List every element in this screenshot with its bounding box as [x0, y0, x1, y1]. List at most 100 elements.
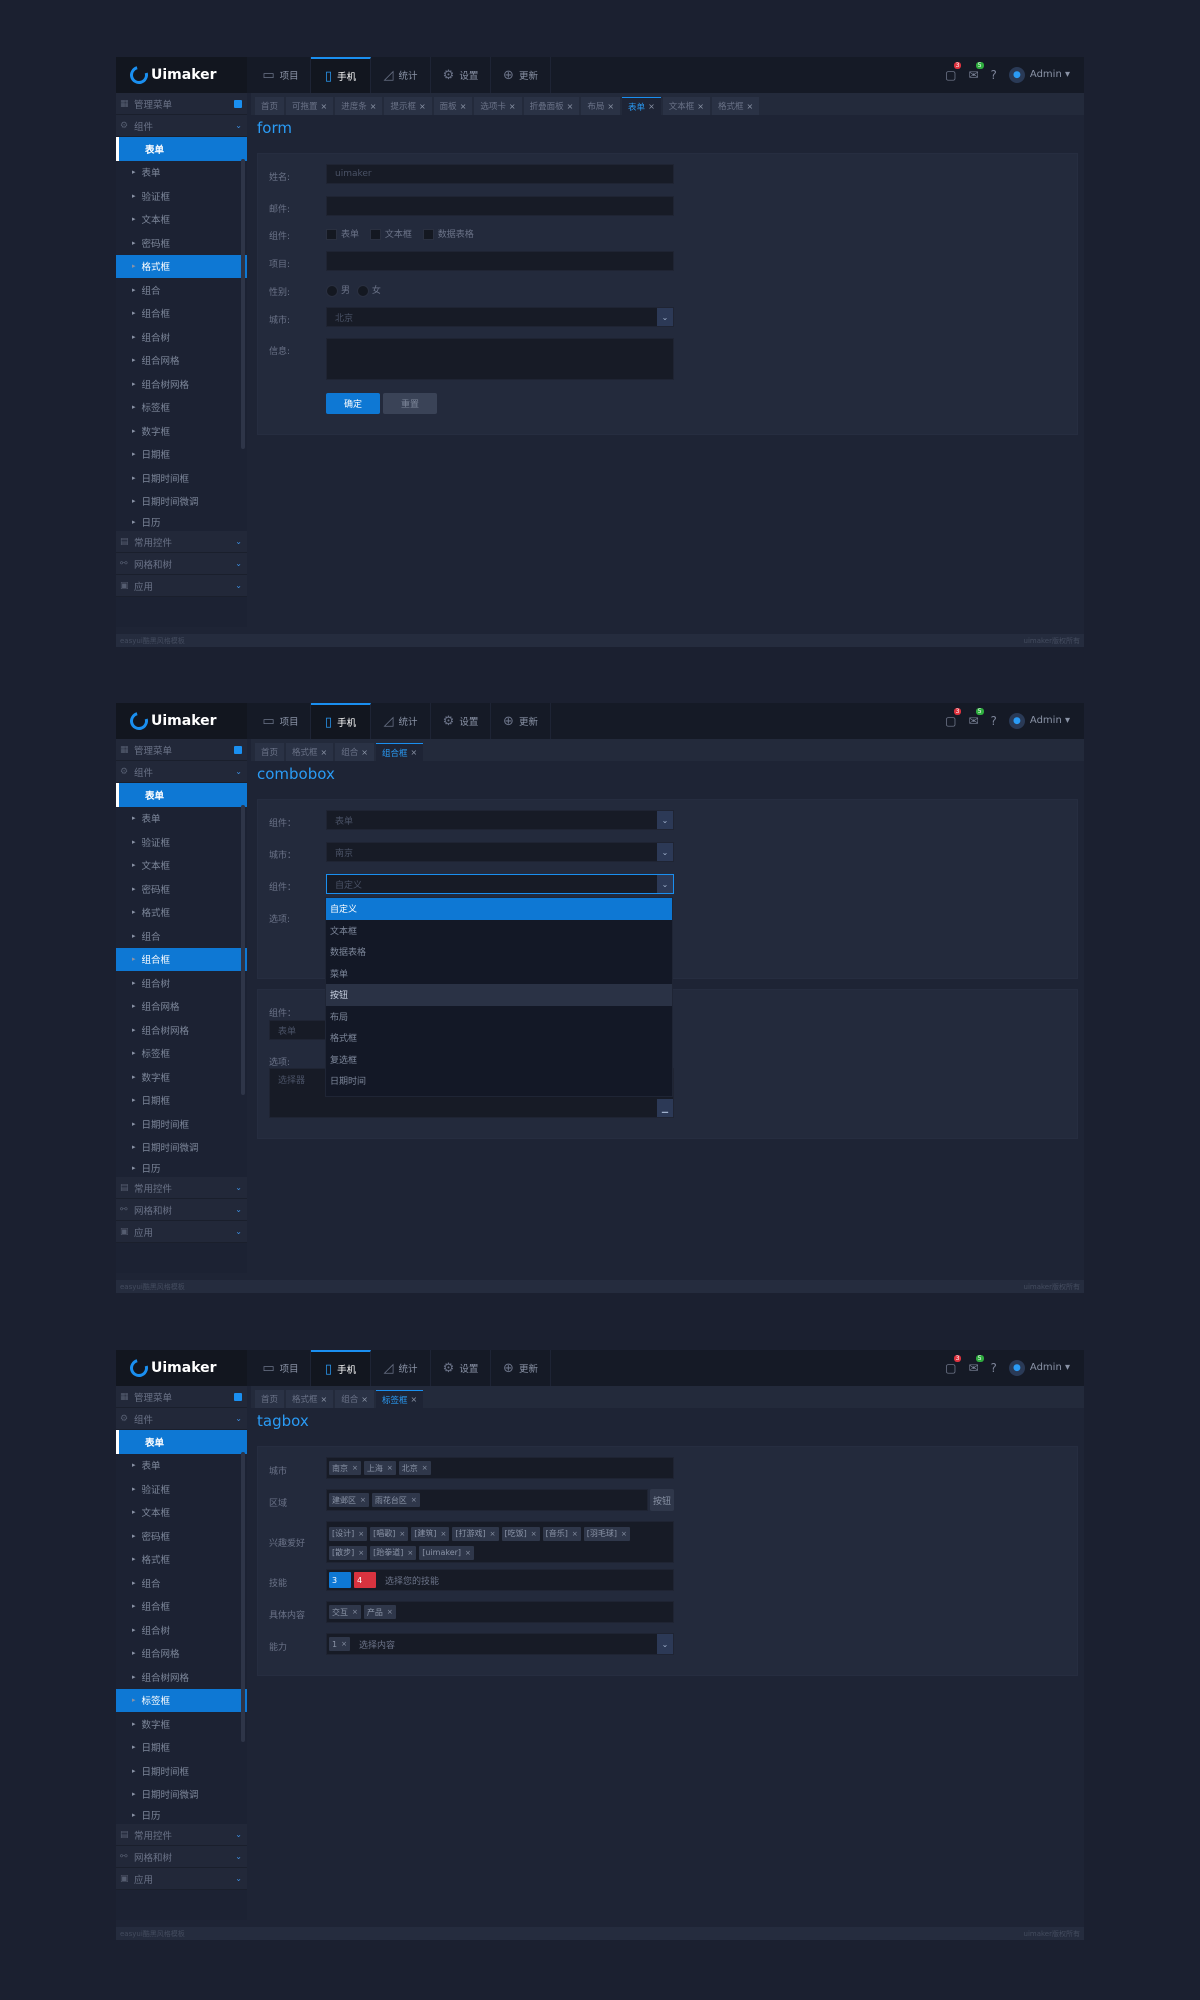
sidebar-item[interactable]: 验证框: [116, 1477, 247, 1501]
tagbox-skills[interactable]: 3 4 选择您的技能: [326, 1569, 674, 1591]
sidebar-item[interactable]: 组合: [116, 1571, 247, 1595]
tab-active[interactable]: 表单 ×: [622, 97, 661, 115]
sidebar-section-grid[interactable]: ⚯ 网格和树 ⌄: [116, 553, 247, 575]
sidebar-item[interactable]: 组合框: [116, 301, 247, 325]
reset-button[interactable]: 重置: [383, 393, 437, 414]
sidebar-item[interactable]: 标签框: [116, 395, 247, 419]
sidebar-item[interactable]: 表单: [116, 160, 247, 184]
sidebar-section-components[interactable]: ⚙ 组件 ⌄: [116, 1408, 247, 1430]
message-icon[interactable]: ▢ 3: [945, 62, 962, 82]
chevron-down-icon[interactable]: ⌄: [657, 308, 673, 326]
tab[interactable]: 选项卡 ×: [474, 97, 522, 115]
tag[interactable]: [羽毛球] ×: [583, 1526, 630, 1541]
nav-item-update[interactable]: ⊕ 更新: [491, 703, 551, 739]
sidebar-item[interactable]: 组合: [116, 924, 247, 948]
sidebar-section-controls[interactable]: ▤ 常用控件 ⌄: [116, 531, 247, 553]
help-icon[interactable]: ?: [991, 68, 997, 82]
tab[interactable]: 折叠面板 ×: [523, 97, 580, 115]
checkbox[interactable]: [422, 229, 434, 240]
tab[interactable]: 首页: [255, 1390, 285, 1408]
mail-icon[interactable]: ✉ 5: [968, 1355, 984, 1375]
tag[interactable]: [打游戏] ×: [452, 1526, 499, 1541]
sidebar-item[interactable]: 组合树: [116, 325, 247, 349]
sidebar-item[interactable]: 日期时间微调: [116, 1135, 247, 1159]
chevron-down-icon[interactable]: ⌄: [657, 1634, 673, 1654]
sidebar-item[interactable]: 日期时间框: [116, 466, 247, 490]
nav-item-mobile[interactable]: ▯ 手机: [311, 1350, 371, 1386]
tab-active[interactable]: 组合框 ×: [375, 743, 424, 761]
city-select[interactable]: 南京 ⌄: [326, 842, 674, 862]
sidebar-item[interactable]: 组合树网格: [116, 372, 247, 396]
dropdown-option[interactable]: 格式框: [326, 1027, 672, 1049]
sidebar-item[interactable]: 组合网格: [116, 994, 247, 1018]
tab[interactable]: 组合 ×: [335, 743, 374, 761]
sidebar-category-form[interactable]: 表单: [116, 137, 247, 161]
dropdown-option[interactable]: 日期时间: [326, 1070, 672, 1092]
tagbox-content[interactable]: 交互 × 产品 ×: [326, 1601, 674, 1623]
sidebar-section-grid[interactable]: ⚯ 网格和树 ⌄: [116, 1846, 247, 1868]
chevron-down-icon[interactable]: ⌄: [657, 875, 673, 893]
tag[interactable]: [设计] ×: [329, 1526, 368, 1541]
nav-item-project[interactable]: ▭ 项目: [251, 703, 311, 739]
sidebar-item[interactable]: 验证框: [116, 184, 247, 208]
message-icon[interactable]: ▢ 3: [945, 708, 962, 728]
tab[interactable]: 进度条 ×: [335, 97, 383, 115]
sidebar-item[interactable]: 组合网格: [116, 1641, 247, 1665]
radio-female[interactable]: [356, 284, 369, 297]
tag[interactable]: [吃饭] ×: [501, 1526, 540, 1541]
tab[interactable]: 首页: [255, 743, 285, 761]
nav-item-settings[interactable]: ⚙ 设置: [431, 703, 491, 739]
sidebar-item[interactable]: 日历: [116, 1159, 247, 1177]
sidebar-item[interactable]: 表单: [116, 1453, 247, 1477]
sidebar-section-grid[interactable]: ⚯ 网格和树 ⌄: [116, 1199, 247, 1221]
tagbox-city[interactable]: 南京 × 上海 × 北京 ×: [326, 1457, 674, 1479]
sidebar-item[interactable]: 日期时间微调: [116, 489, 247, 513]
sidebar-section-apps[interactable]: ▣ 应用 ⌄: [116, 1868, 247, 1890]
sidebar-item[interactable]: 数字框: [116, 419, 247, 443]
sidebar-category-form[interactable]: 表单: [116, 783, 247, 807]
sidebar-item-active[interactable]: 组合框: [116, 947, 247, 971]
sidebar-item[interactable]: 组合树: [116, 1618, 247, 1642]
sidebar-item[interactable]: 组合框: [116, 1594, 247, 1618]
nav-item-settings[interactable]: ⚙ 设置: [431, 57, 491, 93]
project-input[interactable]: [326, 251, 674, 271]
user-menu[interactable]: ● Admin ▾: [1008, 713, 1070, 729]
tag-red[interactable]: 4: [354, 1572, 376, 1588]
sidebar-item[interactable]: 日期框: [116, 1088, 247, 1112]
sidebar-section-admin[interactable]: ▦ 管理菜单: [116, 93, 247, 115]
tab[interactable]: 首页: [255, 97, 285, 115]
info-textarea[interactable]: [326, 338, 674, 380]
tab[interactable]: 格式框 ×: [286, 743, 334, 761]
sidebar-item[interactable]: 密码框: [116, 231, 247, 255]
tag[interactable]: 北京 ×: [398, 1461, 431, 1475]
nav-item-mobile[interactable]: ▯ 手机: [311, 703, 371, 739]
sidebar-section-admin[interactable]: ▦ 管理菜单: [116, 739, 247, 761]
tab[interactable]: 提示框 ×: [384, 97, 432, 115]
sidebar-section-controls[interactable]: ▤ 常用控件 ⌄: [116, 1177, 247, 1199]
sidebar-item[interactable]: 文本框: [116, 1500, 247, 1524]
tag[interactable]: 1 ×: [329, 1637, 350, 1651]
nav-item-settings[interactable]: ⚙ 设置: [431, 1350, 491, 1386]
sidebar-section-apps[interactable]: ▣ 应用 ⌄: [116, 575, 247, 597]
tab[interactable]: 文本框 ×: [662, 97, 710, 115]
nav-item-update[interactable]: ⊕ 更新: [491, 1350, 551, 1386]
dropdown-option-selected[interactable]: 自定义: [326, 898, 672, 920]
nav-item-project[interactable]: ▭ 项目: [251, 1350, 311, 1386]
component-select[interactable]: 表单 ⌄: [326, 810, 674, 830]
sidebar-item[interactable]: 数字框: [116, 1065, 247, 1089]
chevron-down-icon[interactable]: ⌄: [657, 843, 673, 861]
scroll-handle[interactable]: ▁: [657, 1099, 673, 1117]
sidebar-item[interactable]: 组合树: [116, 971, 247, 995]
tagbox-ability[interactable]: 1 × 选择内容 ⌄: [326, 1633, 674, 1655]
tag[interactable]: 建邺区 ×: [329, 1493, 369, 1507]
name-input[interactable]: uimaker: [326, 164, 674, 184]
tag[interactable]: [跆拳道] ×: [370, 1545, 417, 1560]
tagbox-hobbies[interactable]: [设计] × [唱歌] × [建筑] × [打游戏] × [吃饭] × [音乐] × [羽毛…: [326, 1521, 674, 1563]
sidebar-category-form[interactable]: 表单: [116, 1430, 247, 1454]
tag[interactable]: 上海 ×: [363, 1461, 396, 1475]
tag[interactable]: [唱歌] ×: [370, 1526, 409, 1541]
tab[interactable]: 布局 ×: [581, 97, 621, 115]
custom-select[interactable]: 自定义 ⌄: [326, 874, 674, 894]
sidebar-item-active[interactable]: 标签框: [116, 1688, 247, 1712]
checkbox[interactable]: [369, 229, 381, 240]
